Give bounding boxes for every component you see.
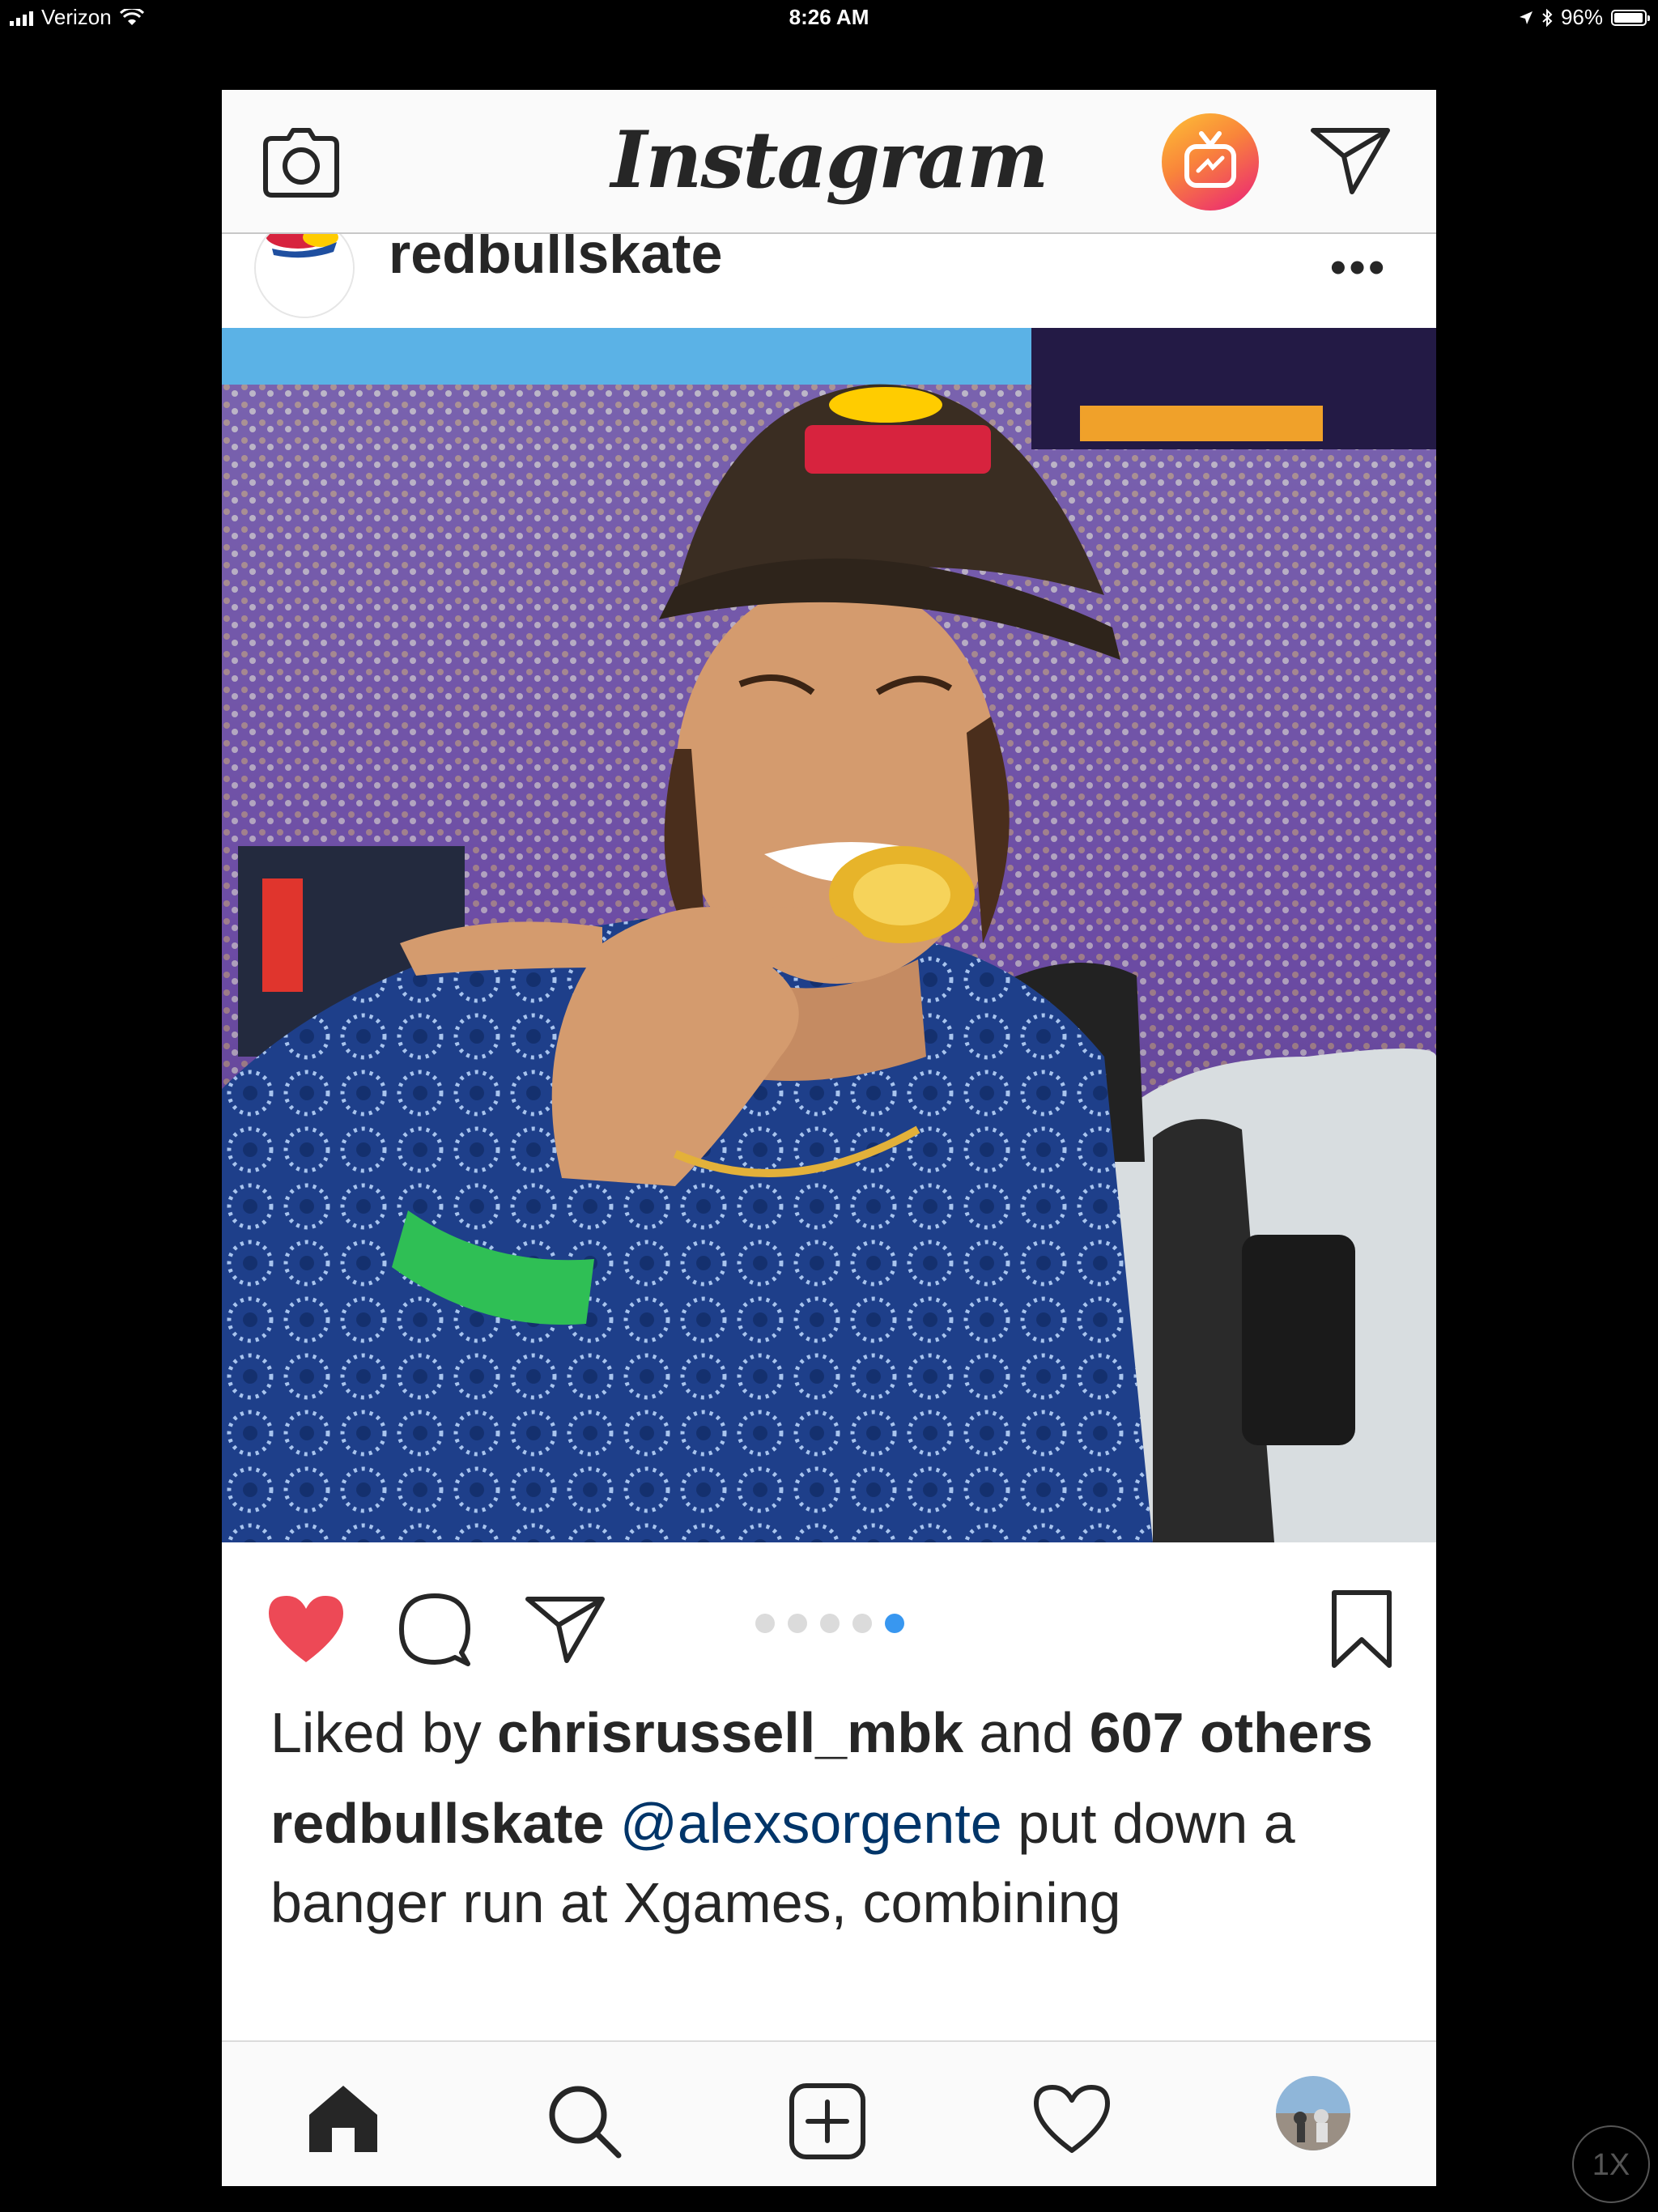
- liked-by-others[interactable]: 607 others: [1090, 1701, 1373, 1764]
- more-options-button[interactable]: •••: [1330, 240, 1388, 293]
- carousel-dot: [820, 1614, 840, 1633]
- bluetooth-icon: [1542, 8, 1553, 27]
- battery-percent: 96%: [1560, 5, 1603, 29]
- share-icon[interactable]: [525, 1593, 606, 1665]
- search-icon[interactable]: [546, 2082, 623, 2160]
- carousel-indicator: [755, 1614, 904, 1633]
- likes-line: Liked by chrisrussell_mbk and 607 others: [270, 1693, 1404, 1772]
- liked-by-prefix: Liked by: [270, 1701, 498, 1764]
- activity-heart-icon[interactable]: [1031, 2082, 1112, 2155]
- instagram-app: redbullskate ••• Instagram Liked by chri…: [222, 90, 1436, 2186]
- direct-message-icon[interactable]: [1310, 124, 1391, 197]
- caption-mention[interactable]: @alexsorgente: [620, 1792, 1002, 1855]
- caption-username[interactable]: redbullskate: [270, 1792, 604, 1855]
- profile-avatar[interactable]: [1276, 2076, 1350, 2150]
- bookmark-icon[interactable]: [1329, 1589, 1394, 1670]
- liked-by-and: and: [963, 1701, 1090, 1764]
- home-icon[interactable]: [304, 2082, 382, 2154]
- status-time: 8:26 AM: [789, 5, 869, 29]
- zoom-badge[interactable]: 1X: [1572, 2125, 1650, 2203]
- carousel-dot: [755, 1614, 775, 1633]
- new-post-icon[interactable]: [789, 2082, 866, 2160]
- carousel-dot: [885, 1614, 904, 1633]
- status-right: 96%: [1519, 5, 1650, 30]
- carousel-dot: [852, 1614, 872, 1633]
- comment-icon[interactable]: [397, 1591, 473, 1667]
- like-heart-icon[interactable]: [266, 1593, 346, 1665]
- carousel-dot: [788, 1614, 807, 1633]
- post-photo[interactable]: [222, 328, 1436, 1542]
- caption: redbullskate @alexsorgente put down a ba…: [270, 1784, 1404, 1942]
- top-bar: Instagram: [222, 90, 1436, 234]
- post-image: [222, 328, 1436, 1542]
- liked-by-user[interactable]: chrisrussell_mbk: [497, 1701, 963, 1764]
- bottom-nav: [222, 2040, 1436, 2186]
- igtv-icon[interactable]: [1161, 113, 1260, 211]
- post-text-area: Liked by chrisrussell_mbk and 607 others…: [270, 1693, 1404, 1942]
- status-bar: Verizon 8:26 AM 96%: [0, 0, 1658, 36]
- battery-icon: [1611, 9, 1650, 26]
- post-actions: [222, 1542, 1436, 1704]
- location-icon: [1519, 11, 1533, 24]
